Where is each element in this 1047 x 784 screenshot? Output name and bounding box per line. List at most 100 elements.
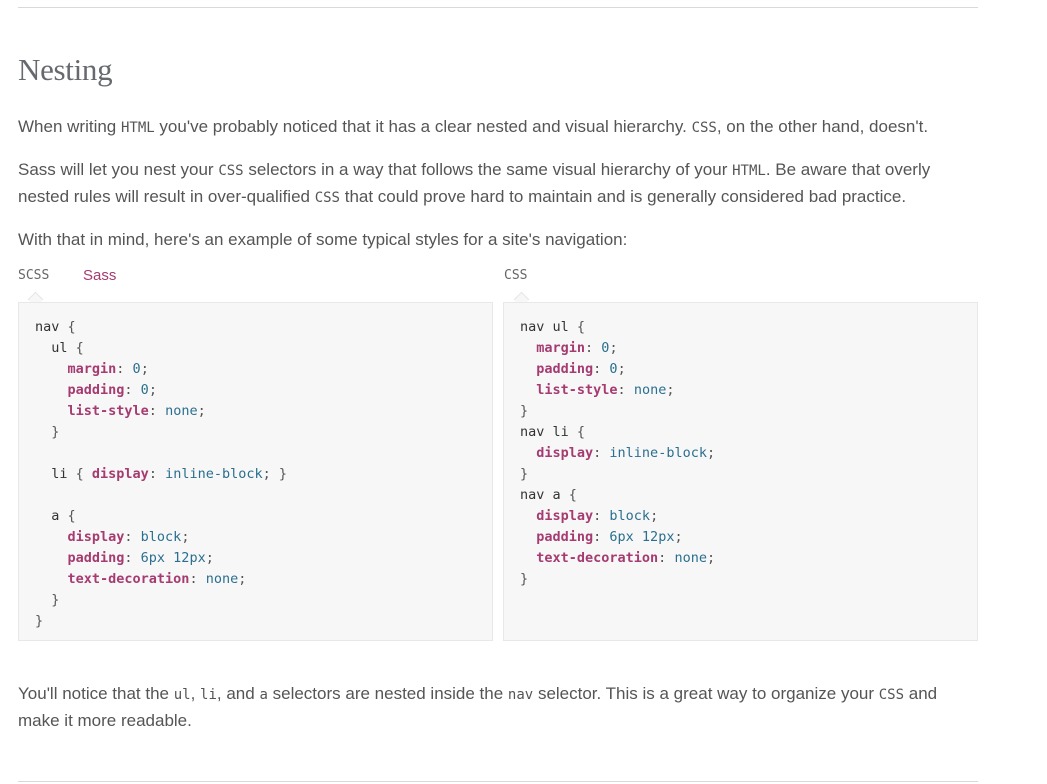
code-line: nav a { (520, 485, 961, 506)
code-token: : (617, 382, 634, 398)
code-token: text-decoration (520, 550, 659, 566)
code-token: ; (181, 529, 190, 545)
inline-code: CSS (691, 120, 717, 136)
code-line: nav { (35, 317, 476, 338)
code-token: list-style (520, 382, 618, 398)
code-token: : (124, 550, 141, 566)
code-line: padding: 0; (520, 359, 961, 380)
code-line: ul { (35, 338, 476, 359)
code-token: } (520, 571, 529, 587)
code-token: li (35, 466, 76, 482)
code-token: { (576, 319, 586, 335)
code-line: nav ul { (520, 317, 961, 338)
code-token: 6px 12px (140, 550, 206, 566)
text: selectors are nested inside the (267, 684, 508, 703)
code-token: ; (706, 445, 716, 461)
text: Sass will let you nest your (18, 160, 219, 179)
code-line: } (520, 401, 961, 422)
inline-code: CSS (218, 163, 244, 179)
code-line: display: inline-block; (520, 443, 961, 464)
tab-scss[interactable]: SCSS (18, 268, 49, 283)
text: , on the other hand, doesn't. (716, 117, 929, 136)
code-line: } (520, 464, 961, 485)
code-token: a (35, 508, 68, 524)
code-token: text-decoration (35, 571, 190, 587)
code-token: { (67, 319, 76, 335)
code-line: } (35, 611, 476, 632)
inline-code: nav (507, 687, 534, 703)
code-token: ; (140, 361, 149, 377)
intro-paragraph: When writing HTML you've probably notice… (18, 114, 983, 141)
code-token: none (633, 382, 667, 398)
code-token: inline-block (165, 466, 263, 482)
code-token: { (67, 508, 76, 524)
code-token: } (35, 424, 60, 440)
code-line: a { (35, 506, 476, 527)
code-token: ; (706, 550, 716, 566)
code-token: { (568, 487, 577, 503)
code-token: ; (674, 529, 683, 545)
text: When writing (18, 117, 121, 136)
code-token: { (576, 424, 586, 440)
code-token: : (124, 529, 141, 545)
code-token: : (124, 382, 141, 398)
code-token: margin (35, 361, 117, 377)
code-line: display: block; (520, 506, 961, 527)
code-token: margin (520, 340, 586, 356)
code-token: : (658, 550, 675, 566)
code-line: padding: 6px 12px; (520, 527, 961, 548)
code-token: ; (609, 340, 618, 356)
inline-code: HTML (732, 163, 766, 179)
css-code-block: nav ul { margin: 0; padding: 0; list-sty… (503, 302, 978, 641)
text: selectors in a way that follows the same… (243, 160, 733, 179)
code-line: text-decoration: none; (35, 569, 476, 590)
code-token: nav li (520, 424, 577, 440)
code-line: margin: 0; (35, 359, 476, 380)
code-line: list-style: none; (520, 380, 961, 401)
tab-css[interactable]: CSS (504, 268, 527, 283)
code-token: block (609, 508, 651, 524)
text: selector. This is a great way to organiz… (533, 684, 879, 703)
code-token: none (674, 550, 707, 566)
code-token: ; (205, 550, 214, 566)
code-token: ; (148, 382, 157, 398)
css-code: nav ul { margin: 0; padding: 0; list-sty… (504, 303, 977, 604)
code-token: ; (666, 382, 675, 398)
code-token: display (35, 529, 125, 545)
code-token: : (593, 361, 610, 377)
code-token: ; (617, 361, 626, 377)
code-token: : (116, 361, 133, 377)
inline-code: a (259, 687, 268, 703)
code-line: nav li { (520, 422, 961, 443)
code-token: nav (35, 319, 68, 335)
code-token: none (205, 571, 239, 587)
code-token: : (585, 340, 602, 356)
scss-sass-tabs: SCSS Sass (18, 267, 488, 288)
inline-code: CSS (878, 687, 905, 703)
scss-code-block: nav { ul { margin: 0; padding: 0; list-s… (18, 302, 493, 641)
code-line: display: block; (35, 527, 476, 548)
code-token: 0 (132, 361, 141, 377)
code-line: padding: 6px 12px; (35, 548, 476, 569)
code-line: text-decoration: none; (520, 548, 961, 569)
inline-code: HTML (120, 120, 155, 136)
inline-code: ul (173, 687, 191, 703)
text: that could prove hard to maintain and is… (340, 187, 907, 206)
code-line: li { display: inline-block; } (35, 464, 476, 485)
tab-sass[interactable]: Sass (83, 267, 116, 284)
code-line: } (35, 590, 476, 611)
code-token: display (520, 445, 594, 461)
code-token: { (75, 466, 92, 482)
code-token: } (35, 592, 60, 608)
conclusion-paragraph: You'll notice that the ul, li, and a sel… (18, 681, 983, 734)
code-token: nav ul (520, 319, 577, 335)
nesting-paragraph: Sass will let you nest your CSS selector… (18, 157, 983, 211)
code-token: padding (520, 529, 594, 545)
code-token: } (520, 466, 529, 482)
code-token: } (35, 613, 44, 629)
code-line: } (35, 422, 476, 443)
code-token: ul (35, 340, 76, 356)
code-token: } (520, 403, 529, 419)
section-title: Nesting (18, 52, 113, 87)
